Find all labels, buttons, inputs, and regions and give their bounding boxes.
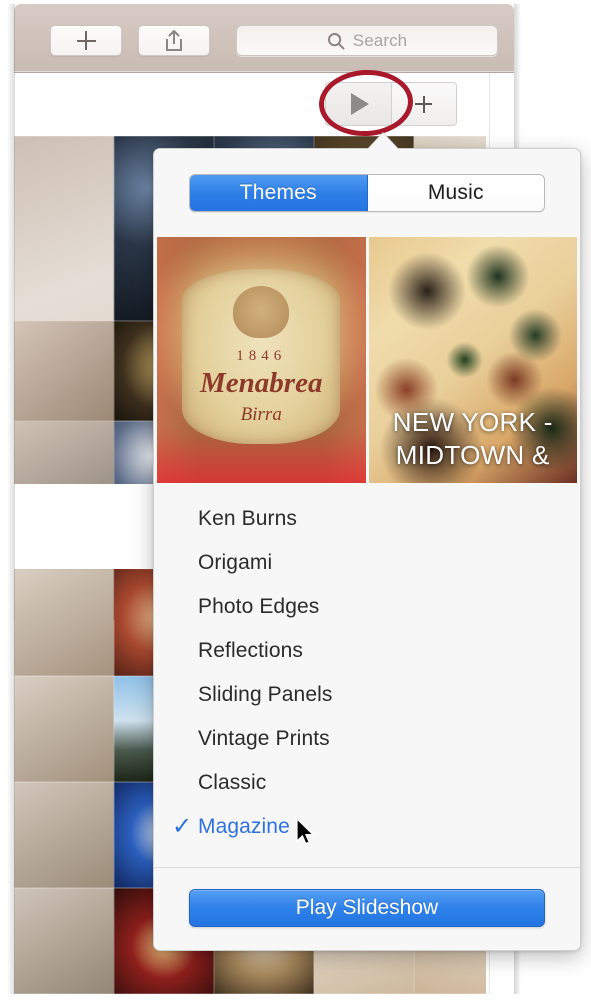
mouse-cursor-icon [296,818,314,845]
add-button[interactable] [50,25,122,56]
photo-thumbnail[interactable] [14,569,114,676]
beer-crest-icon [233,286,290,339]
theme-label: Photo Edges [198,595,320,618]
theme-label: Classic [198,771,267,794]
share-button[interactable] [138,25,210,56]
theme-label: Vintage Prints [198,727,330,750]
preview-beer-bottle[interactable]: 1846 Menabrea Birra [157,237,366,483]
preview-caption: NEW YORK - MIDTOWN & [392,407,553,470]
theme-row[interactable]: Photo Edges [154,585,580,629]
theme-label: Reflections [198,639,303,662]
theme-list: Ken Burns Origami Photo Edges Reflection… [154,483,580,857]
popover-header: Themes Music [154,149,580,237]
window-titlebar: Search [14,4,514,73]
segmented-control: Themes Music [189,174,545,212]
theme-row[interactable]: Vintage Prints [154,717,580,761]
preview-pizza[interactable]: NEW YORK - MIDTOWN & [368,237,577,483]
tab-music-label: Music [427,181,484,204]
theme-row[interactable]: Ken Burns [154,497,580,541]
theme-row[interactable]: Classic [154,761,580,805]
plus-icon [415,95,433,113]
play-slideshow-label: Play Slideshow [295,896,439,919]
tab-themes[interactable]: Themes [190,175,368,211]
theme-row[interactable]: Sliding Panels [154,673,580,717]
photo-thumbnail[interactable] [14,782,114,888]
search-placeholder: Search [352,30,408,50]
theme-row[interactable]: Origami [154,541,580,585]
popover-footer: Play Slideshow [154,868,580,948]
theme-label: Sliding Panels [198,683,333,706]
theme-label: Origami [198,551,273,574]
search-icon [327,32,345,49]
photo-thumbnail[interactable] [14,888,114,994]
share-icon [166,29,182,51]
play-slideshow-button[interactable]: Play Slideshow [189,889,545,927]
photo-thumbnail[interactable] [14,321,114,421]
beer-subtitle-text: Birra [240,404,282,426]
screenshot-root: Search Themes Music 1846 Menabrea Birra … [0,0,591,1000]
theme-preview-strip: 1846 Menabrea Birra NEW YORK - MIDTOWN & [154,237,580,483]
checkmark-icon: ✓ [172,813,193,840]
beer-brand-text: Menabrea [200,367,323,400]
theme-label: Ken Burns [198,507,297,530]
tab-music[interactable]: Music [367,175,544,211]
search-input[interactable]: Search [236,25,498,56]
beer-year-text: 1846 [236,347,287,364]
slideshow-popover: Themes Music 1846 Menabrea Birra NEW YOR… [153,148,581,951]
plus-icon [76,31,96,50]
theme-row-selected[interactable]: ✓ Magazine [154,805,580,849]
photo-thumbnail[interactable] [14,676,114,782]
theme-row[interactable]: Reflections [154,629,580,673]
tab-themes-label: Themes [239,181,317,204]
window-shadow-left [7,4,15,994]
theme-label: Magazine [198,815,290,838]
popover-arrow-icon [368,133,398,149]
